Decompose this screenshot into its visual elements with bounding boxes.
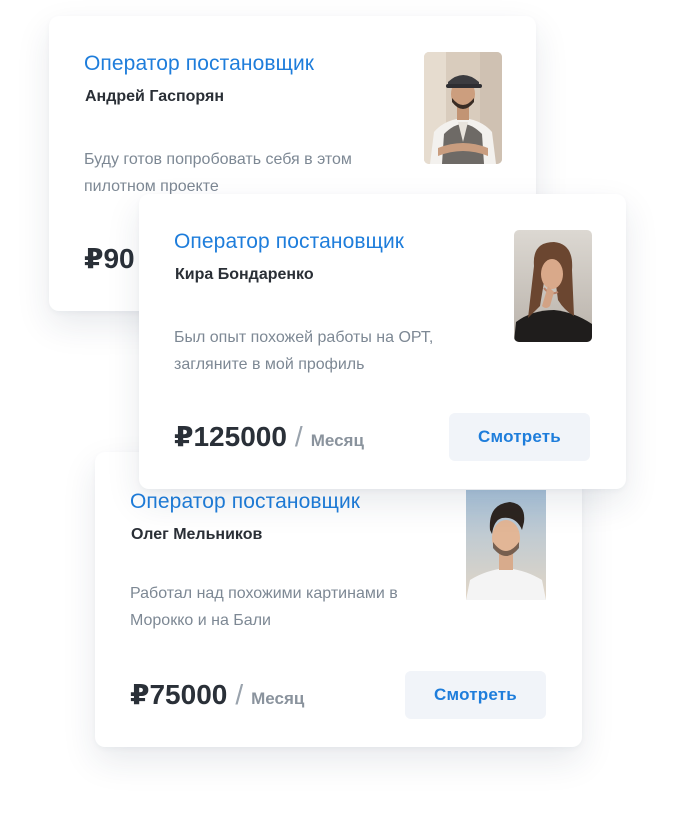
avatar-woman-long-hair-icon [514, 230, 592, 342]
card-description: Буду готов попробовать себя в этом пилот… [84, 151, 352, 195]
freelancer-name: Андрей Гаспорян [85, 88, 224, 105]
price-row: ₽90 [84, 242, 135, 275]
price-separator: / [294, 421, 303, 452]
card-description: Работал над похожими картинами в Морокко… [130, 585, 398, 629]
card-description: Был опыт похожей работы на ОРТ, заглянит… [174, 329, 434, 373]
avatar-man-cap-vest-icon [424, 52, 502, 164]
view-button[interactable]: Смотреть [405, 671, 546, 719]
freelancer-name: Олег Мельников [131, 526, 263, 543]
freelancer-card-2: Оператор постановщик Кира Бондаренко Был… [139, 194, 626, 489]
price-period: Месяц [251, 689, 305, 708]
price-row: ₽75000 / Месяц [130, 678, 304, 711]
freelancer-card-3: Оператор постановщик Олег Мельников Рабо… [95, 452, 582, 747]
card-title[interactable]: Оператор постановщик [174, 230, 404, 254]
freelancer-name: Кира Бондаренко [175, 266, 314, 283]
price-period: Месяц [310, 431, 364, 450]
price-value: ₽90 [84, 243, 135, 274]
price-separator: / [235, 679, 244, 710]
view-button[interactable]: Смотреть [449, 413, 590, 461]
price-value: ₽75000 [130, 679, 228, 710]
card-title[interactable]: Оператор постановщик [84, 52, 314, 76]
card-title[interactable]: Оператор постановщик [130, 490, 360, 514]
avatar-man-styled-hair-icon [466, 490, 546, 600]
price-row: ₽125000 / Месяц [174, 420, 364, 453]
price-value: ₽125000 [174, 421, 287, 452]
